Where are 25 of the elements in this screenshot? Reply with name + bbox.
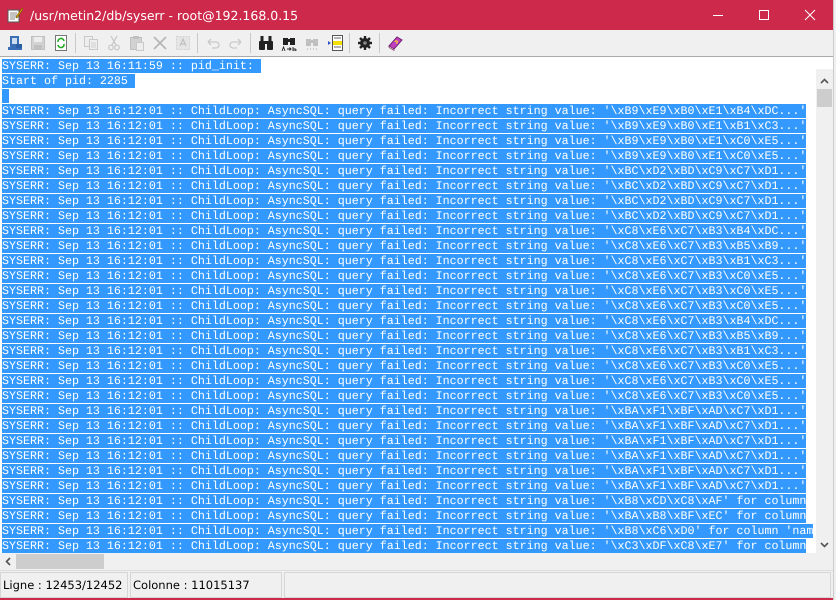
clipboard-icon [128,35,144,51]
book-icon [386,35,402,51]
scroll-thumb[interactable] [16,554,104,569]
maximize-icon [758,9,770,21]
scroll-left-icon[interactable] [5,557,11,566]
horizontal-scrollbar[interactable] [0,553,816,570]
column-status: Colonne : 11015137 [130,572,282,598]
notepad-icon [7,7,23,23]
refresh-icon [52,35,68,51]
close-icon [804,9,816,21]
binoculars-replace-icon [280,35,296,51]
computer-icon [6,35,22,51]
line-status: Ligne : 12453/12452 [0,572,128,598]
delete-icon [152,35,168,51]
window-title: /usr/metin2/db/syserr - root@192.168.0.15 [30,8,300,22]
gear-icon [356,35,372,51]
binoculars-icon [258,35,274,51]
copy-icon [82,35,98,51]
document-arrow-icon [326,35,342,51]
select-all-icon [174,35,190,51]
scroll-down-icon[interactable] [820,542,829,548]
scissors-icon [106,35,122,51]
scroll-up-icon[interactable] [820,78,829,84]
scroll-thumb[interactable] [817,89,832,107]
vertical-scrollbar[interactable] [816,69,833,553]
